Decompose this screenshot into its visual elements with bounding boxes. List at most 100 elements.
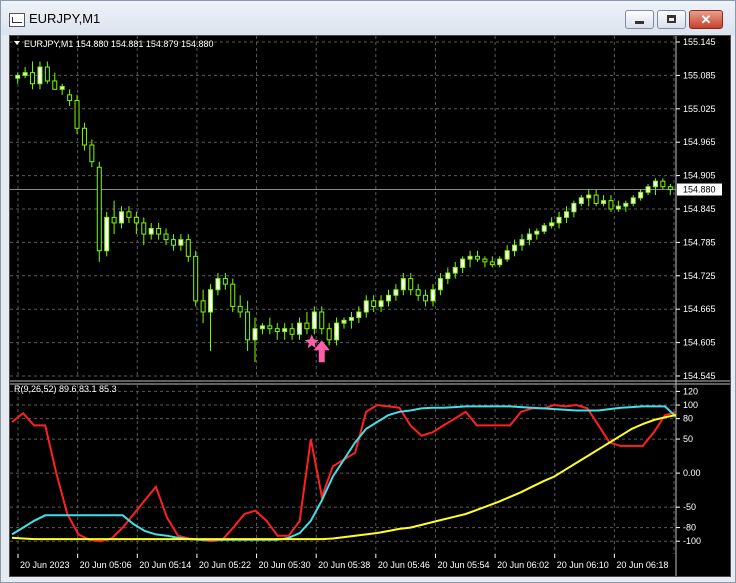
candle-body: [482, 258, 488, 263]
candle-body: [15, 74, 21, 79]
time-label: 20 Jun 05:46: [378, 560, 430, 570]
candle-body: [497, 258, 503, 266]
candle-body: [297, 322, 303, 335]
candle-body: [304, 322, 310, 330]
indicator-tick-label: -80: [683, 523, 696, 533]
time-label: 20 Jun 06:18: [616, 560, 668, 570]
chart-window-icon: [9, 13, 25, 27]
current-price-label: 154.880: [683, 185, 716, 195]
candle-body: [59, 86, 65, 90]
candle-body: [638, 191, 644, 199]
candle-body: [119, 211, 125, 224]
candle-body: [571, 202, 577, 213]
chart-area[interactable]: 155.145 155.085 155.025 154.965 154.905 154.8…: [9, 35, 731, 577]
candle-body: [645, 186, 651, 193]
candle-body: [445, 272, 451, 280]
candle-body: [400, 278, 406, 291]
candle-body: [385, 294, 391, 302]
candle-body: [163, 233, 169, 241]
candle-body: [474, 255, 480, 260]
candle-body: [348, 317, 354, 321]
chart-canvas[interactable]: 155.145 155.085 155.025 154.965 154.905 154.8…: [10, 36, 730, 576]
candle-body: [30, 72, 36, 85]
candle-body: [512, 244, 518, 252]
candle-body: [630, 197, 636, 204]
time-label: 20 Jun 05:30: [259, 560, 311, 570]
indicator-tick-label: 100: [683, 400, 698, 410]
candle-body: [526, 233, 532, 241]
candle-body: [393, 289, 399, 296]
minimize-icon: [635, 21, 644, 24]
candle-body: [208, 289, 214, 313]
candle-body: [104, 216, 110, 252]
candle-body: [319, 311, 325, 330]
candle-body: [519, 239, 525, 246]
candle-body: [452, 266, 458, 274]
candle-body: [541, 225, 547, 232]
minimize-button[interactable]: [625, 10, 654, 29]
candle-body: [141, 222, 147, 235]
candle-body: [252, 328, 258, 341]
indicator-tick-label: 120: [683, 386, 698, 396]
candle-body: [215, 278, 221, 291]
candles: [15, 61, 673, 363]
price-header: EURJPY,M1 154.880 154.881 154.879 154.88…: [24, 39, 213, 49]
candle-body: [652, 180, 658, 188]
candle-body: [237, 305, 243, 313]
candle-body: [660, 180, 666, 188]
candle-body: [222, 278, 228, 285]
maximize-button[interactable]: [657, 10, 686, 29]
symbol-dropdown-icon[interactable]: [14, 41, 20, 45]
candle-body: [334, 322, 340, 341]
time-label: 20 Jun 06:10: [557, 560, 609, 570]
price-scale: 155.145 155.085 155.025 154.965 154.905 154.8…: [676, 37, 722, 381]
candle-body: [460, 258, 466, 268]
candle-body: [578, 197, 584, 204]
candle-body: [200, 300, 206, 313]
price-tick-label: 154.665: [683, 304, 716, 314]
candle-body: [67, 94, 73, 101]
indicator-tick-label: -100: [683, 536, 701, 546]
candle-body: [593, 194, 599, 204]
candle-body: [193, 255, 199, 302]
candle-body: [415, 289, 421, 296]
candle-body: [81, 127, 87, 146]
indicator-tick-label: -50: [683, 502, 696, 512]
candle-body: [667, 186, 673, 191]
price-tick-label: 155.085: [683, 70, 716, 80]
candle-body: [230, 283, 236, 307]
candle-body: [489, 261, 495, 266]
candle-body: [156, 227, 162, 235]
candle-body: [274, 328, 280, 332]
candle-body: [371, 300, 377, 307]
indicator-tick-label: 80: [683, 414, 693, 424]
candle-body: [549, 222, 555, 227]
candle-body: [111, 216, 117, 224]
title-bar[interactable]: EURJPY,M1 ✕: [1, 1, 735, 35]
candle-body: [556, 216, 562, 224]
candle-body: [96, 166, 102, 252]
candle-body: [311, 311, 317, 330]
maximize-icon: [667, 15, 676, 23]
time-label: 20 Jun 05:54: [437, 560, 489, 570]
candle-body: [504, 250, 510, 260]
candle-body: [356, 311, 362, 319]
time-label: 20 Jun 05:14: [139, 560, 191, 570]
price-tick-label: 154.905: [683, 171, 716, 181]
candle-body: [37, 66, 43, 85]
candle-body: [363, 300, 369, 313]
candle-body: [586, 194, 592, 199]
indicator-scale: 120 100 80 50 0.00 -50 -80 -100: [676, 386, 701, 546]
candle-body: [245, 311, 251, 341]
candle-body: [408, 278, 414, 291]
time-label: 20 Jun 2023: [20, 560, 70, 570]
time-label: 20 Jun 05:22: [199, 560, 251, 570]
window-title: EURJPY,M1: [29, 11, 101, 26]
grid: [10, 36, 676, 554]
candle-body: [437, 278, 443, 291]
time-label: 20 Jun 05:06: [80, 560, 132, 570]
candle-body: [563, 211, 569, 218]
indicator-tick-label: 50: [683, 434, 693, 444]
candle-body: [133, 216, 139, 224]
close-button[interactable]: ✕: [689, 10, 723, 29]
